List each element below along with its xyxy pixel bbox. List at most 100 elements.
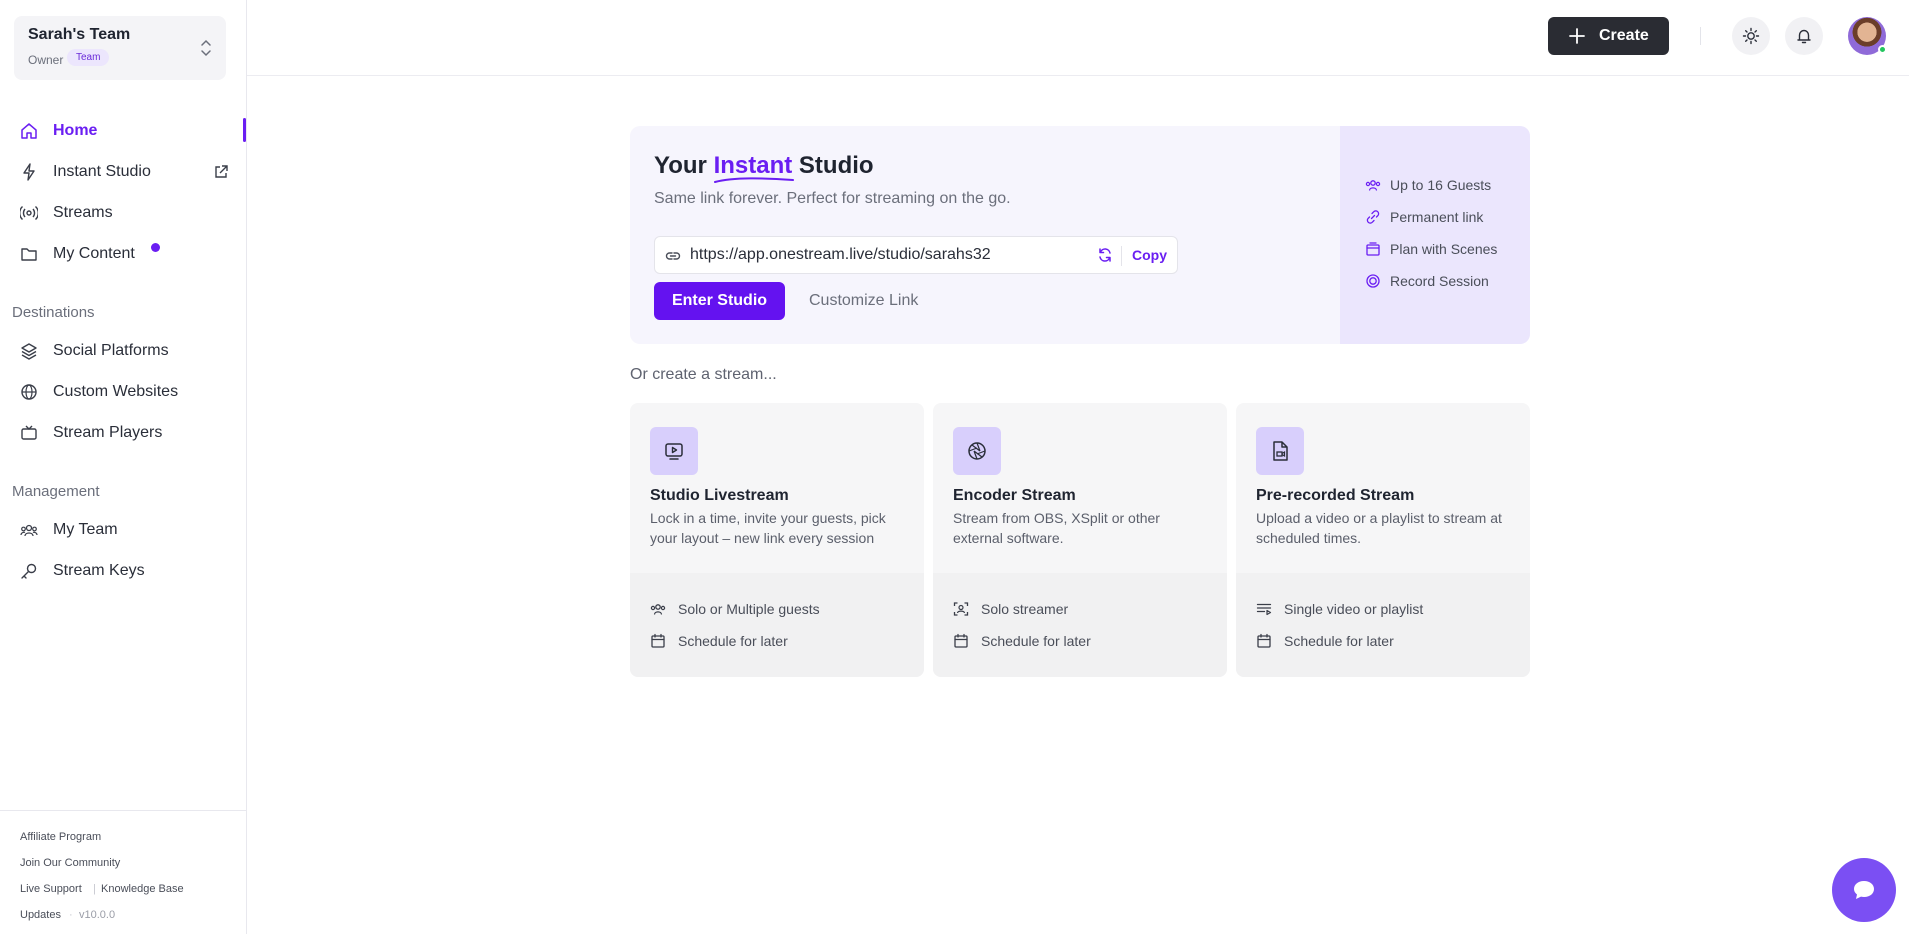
card-footer: [630, 573, 924, 677]
nav-home[interactable]: Home: [0, 114, 246, 148]
nav-stream-players[interactable]: Stream Players: [0, 416, 246, 450]
focus-user-icon: [953, 602, 969, 616]
nav-streams-label: Streams: [53, 204, 113, 221]
enter-studio-button[interactable]: Enter Studio: [654, 282, 785, 320]
key-icon: [19, 561, 39, 581]
active-indicator: [243, 118, 246, 142]
nav-social-platforms[interactable]: Social Platforms: [0, 334, 246, 368]
feature-permanent-link-label: Permanent link: [1390, 209, 1484, 225]
live-support-link[interactable]: Live Support: [20, 883, 82, 895]
chain-link-icon: [1366, 210, 1380, 224]
refresh-icon[interactable]: [1097, 247, 1113, 263]
nav-stream-players-label: Stream Players: [53, 424, 163, 441]
customize-link-button[interactable]: Customize Link: [809, 292, 918, 310]
team-switcher[interactable]: Sarah's Team Owner Team: [14, 16, 226, 80]
card-feature-label: Schedule for later: [678, 633, 788, 649]
plus-icon: [1569, 28, 1585, 44]
footer-dot-separator: ·: [69, 909, 73, 921]
feature-record: Record Session: [1365, 272, 1489, 290]
card-title: Encoder Stream: [953, 487, 1076, 504]
card-feature: Schedule for later: [1256, 632, 1394, 650]
play-icon: [650, 427, 698, 475]
scenes-icon: [1366, 242, 1380, 256]
nav-instant-studio-label: Instant Studio: [53, 163, 151, 180]
join-community-link[interactable]: Join Our Community: [20, 857, 120, 869]
nav-home-label: Home: [53, 122, 98, 139]
link-icon: [665, 252, 681, 260]
copy-link-button[interactable]: Copy: [1132, 247, 1167, 263]
studio-link-url[interactable]: https://app.onestream.live/studio/sarahs…: [690, 246, 991, 264]
card-description: Lock in a time, invite your guests, pick…: [650, 510, 886, 546]
nav-my-team-label: My Team: [53, 521, 118, 538]
studio-title-highlight: Instant: [713, 152, 794, 183]
create-button-label: Create: [1599, 27, 1649, 44]
or-create-heading: Or create a stream...: [630, 366, 777, 383]
card-feature-label: Schedule for later: [981, 633, 1091, 649]
studio-subtitle: Same link forever. Perfect for streaming…: [654, 190, 1011, 207]
lightning-icon: [19, 162, 39, 182]
users-icon: [650, 604, 666, 615]
card-feature: Solo streamer: [953, 600, 1068, 618]
card-description: Stream from OBS, XSplit or other externa…: [953, 510, 1160, 546]
feature-scenes: Plan with Scenes: [1365, 240, 1497, 258]
nav-instant-studio[interactable]: Instant Studio: [0, 155, 246, 189]
section-destinations: Destinations: [12, 304, 95, 321]
affiliate-program-link[interactable]: Affiliate Program: [20, 831, 101, 843]
users-icon: [19, 520, 39, 540]
team-badge: Team: [67, 49, 110, 66]
card-feature: Schedule for later: [650, 632, 788, 650]
users-icon: [1365, 180, 1381, 191]
team-name: Sarah's Team: [28, 26, 131, 43]
encoder-stream-card[interactable]: Encoder Stream Stream from OBS, XSplit o…: [933, 403, 1227, 677]
underline-decoration: [713, 177, 794, 183]
pre-recorded-stream-card[interactable]: Pre-recorded Stream Upload a video or a …: [1236, 403, 1530, 677]
notifications-button[interactable]: [1785, 17, 1823, 55]
theme-toggle-button[interactable]: [1732, 17, 1770, 55]
studio-title: Your Instant Studio: [654, 152, 874, 183]
aperture-icon: [953, 427, 1001, 475]
playlist-icon: [1256, 603, 1272, 616]
nav-streams[interactable]: Streams: [0, 196, 246, 230]
bell-icon: [1797, 29, 1811, 44]
create-button[interactable]: Create: [1548, 17, 1669, 55]
version-label: v10.0.0: [79, 909, 116, 921]
updates-link[interactable]: Updates: [20, 909, 61, 921]
instant-studio-card: Your Instant Studio Same link forever. P…: [630, 126, 1530, 344]
sidebar-footer: Affiliate Program Join Our Community Liv…: [0, 810, 246, 934]
external-link-icon: [215, 165, 228, 178]
feature-permanent-link: Permanent link: [1365, 208, 1483, 226]
card-feature-label: Solo or Multiple guests: [678, 601, 820, 617]
card-description: Upload a video or a playlist to stream a…: [1256, 510, 1502, 546]
chat-bubble-icon: [1854, 881, 1874, 899]
nav-stream-keys-label: Stream Keys: [53, 562, 145, 579]
chat-support-button[interactable]: [1832, 858, 1896, 922]
card-feature-label: Schedule for later: [1284, 633, 1394, 649]
studio-title-prefix: Your: [654, 152, 707, 179]
home-icon: [19, 121, 39, 141]
nav-my-content-label: My Content: [53, 245, 135, 262]
nav-social-platforms-label: Social Platforms: [53, 342, 169, 359]
sun-icon: [1742, 27, 1760, 45]
card-title: Pre-recorded Stream: [1256, 487, 1415, 504]
studio-features-panel: Up to 16 Guests Permanent link Plan with…: [1340, 126, 1530, 344]
nav-my-content[interactable]: My Content: [0, 237, 246, 271]
nav-my-team[interactable]: My Team: [0, 513, 246, 547]
nav-custom-websites[interactable]: Custom Websites: [0, 375, 246, 409]
studio-title-suffix: Studio: [798, 152, 874, 179]
studio-livestream-card[interactable]: Studio Livestream Lock in a time, invite…: [630, 403, 924, 677]
card-feature-label: Solo streamer: [981, 601, 1069, 617]
tv-icon: [19, 423, 39, 443]
header-divider: [1700, 27, 1701, 45]
calendar-icon: [954, 633, 968, 648]
feature-record-label: Record Session: [1390, 273, 1489, 289]
sidebar: Sarah's Team Owner Team Home Instant Stu…: [0, 0, 247, 934]
user-avatar[interactable]: [1848, 17, 1887, 55]
nav-stream-keys[interactable]: Stream Keys: [0, 554, 246, 588]
knowledge-base-link[interactable]: Knowledge Base: [101, 883, 184, 895]
link-field-divider: [1121, 246, 1122, 266]
video-file-icon: [1256, 427, 1304, 475]
globe-icon: [19, 382, 39, 402]
card-title: Studio Livestream: [650, 487, 789, 504]
team-role: Owner: [28, 53, 64, 67]
card-footer: [1236, 573, 1530, 677]
